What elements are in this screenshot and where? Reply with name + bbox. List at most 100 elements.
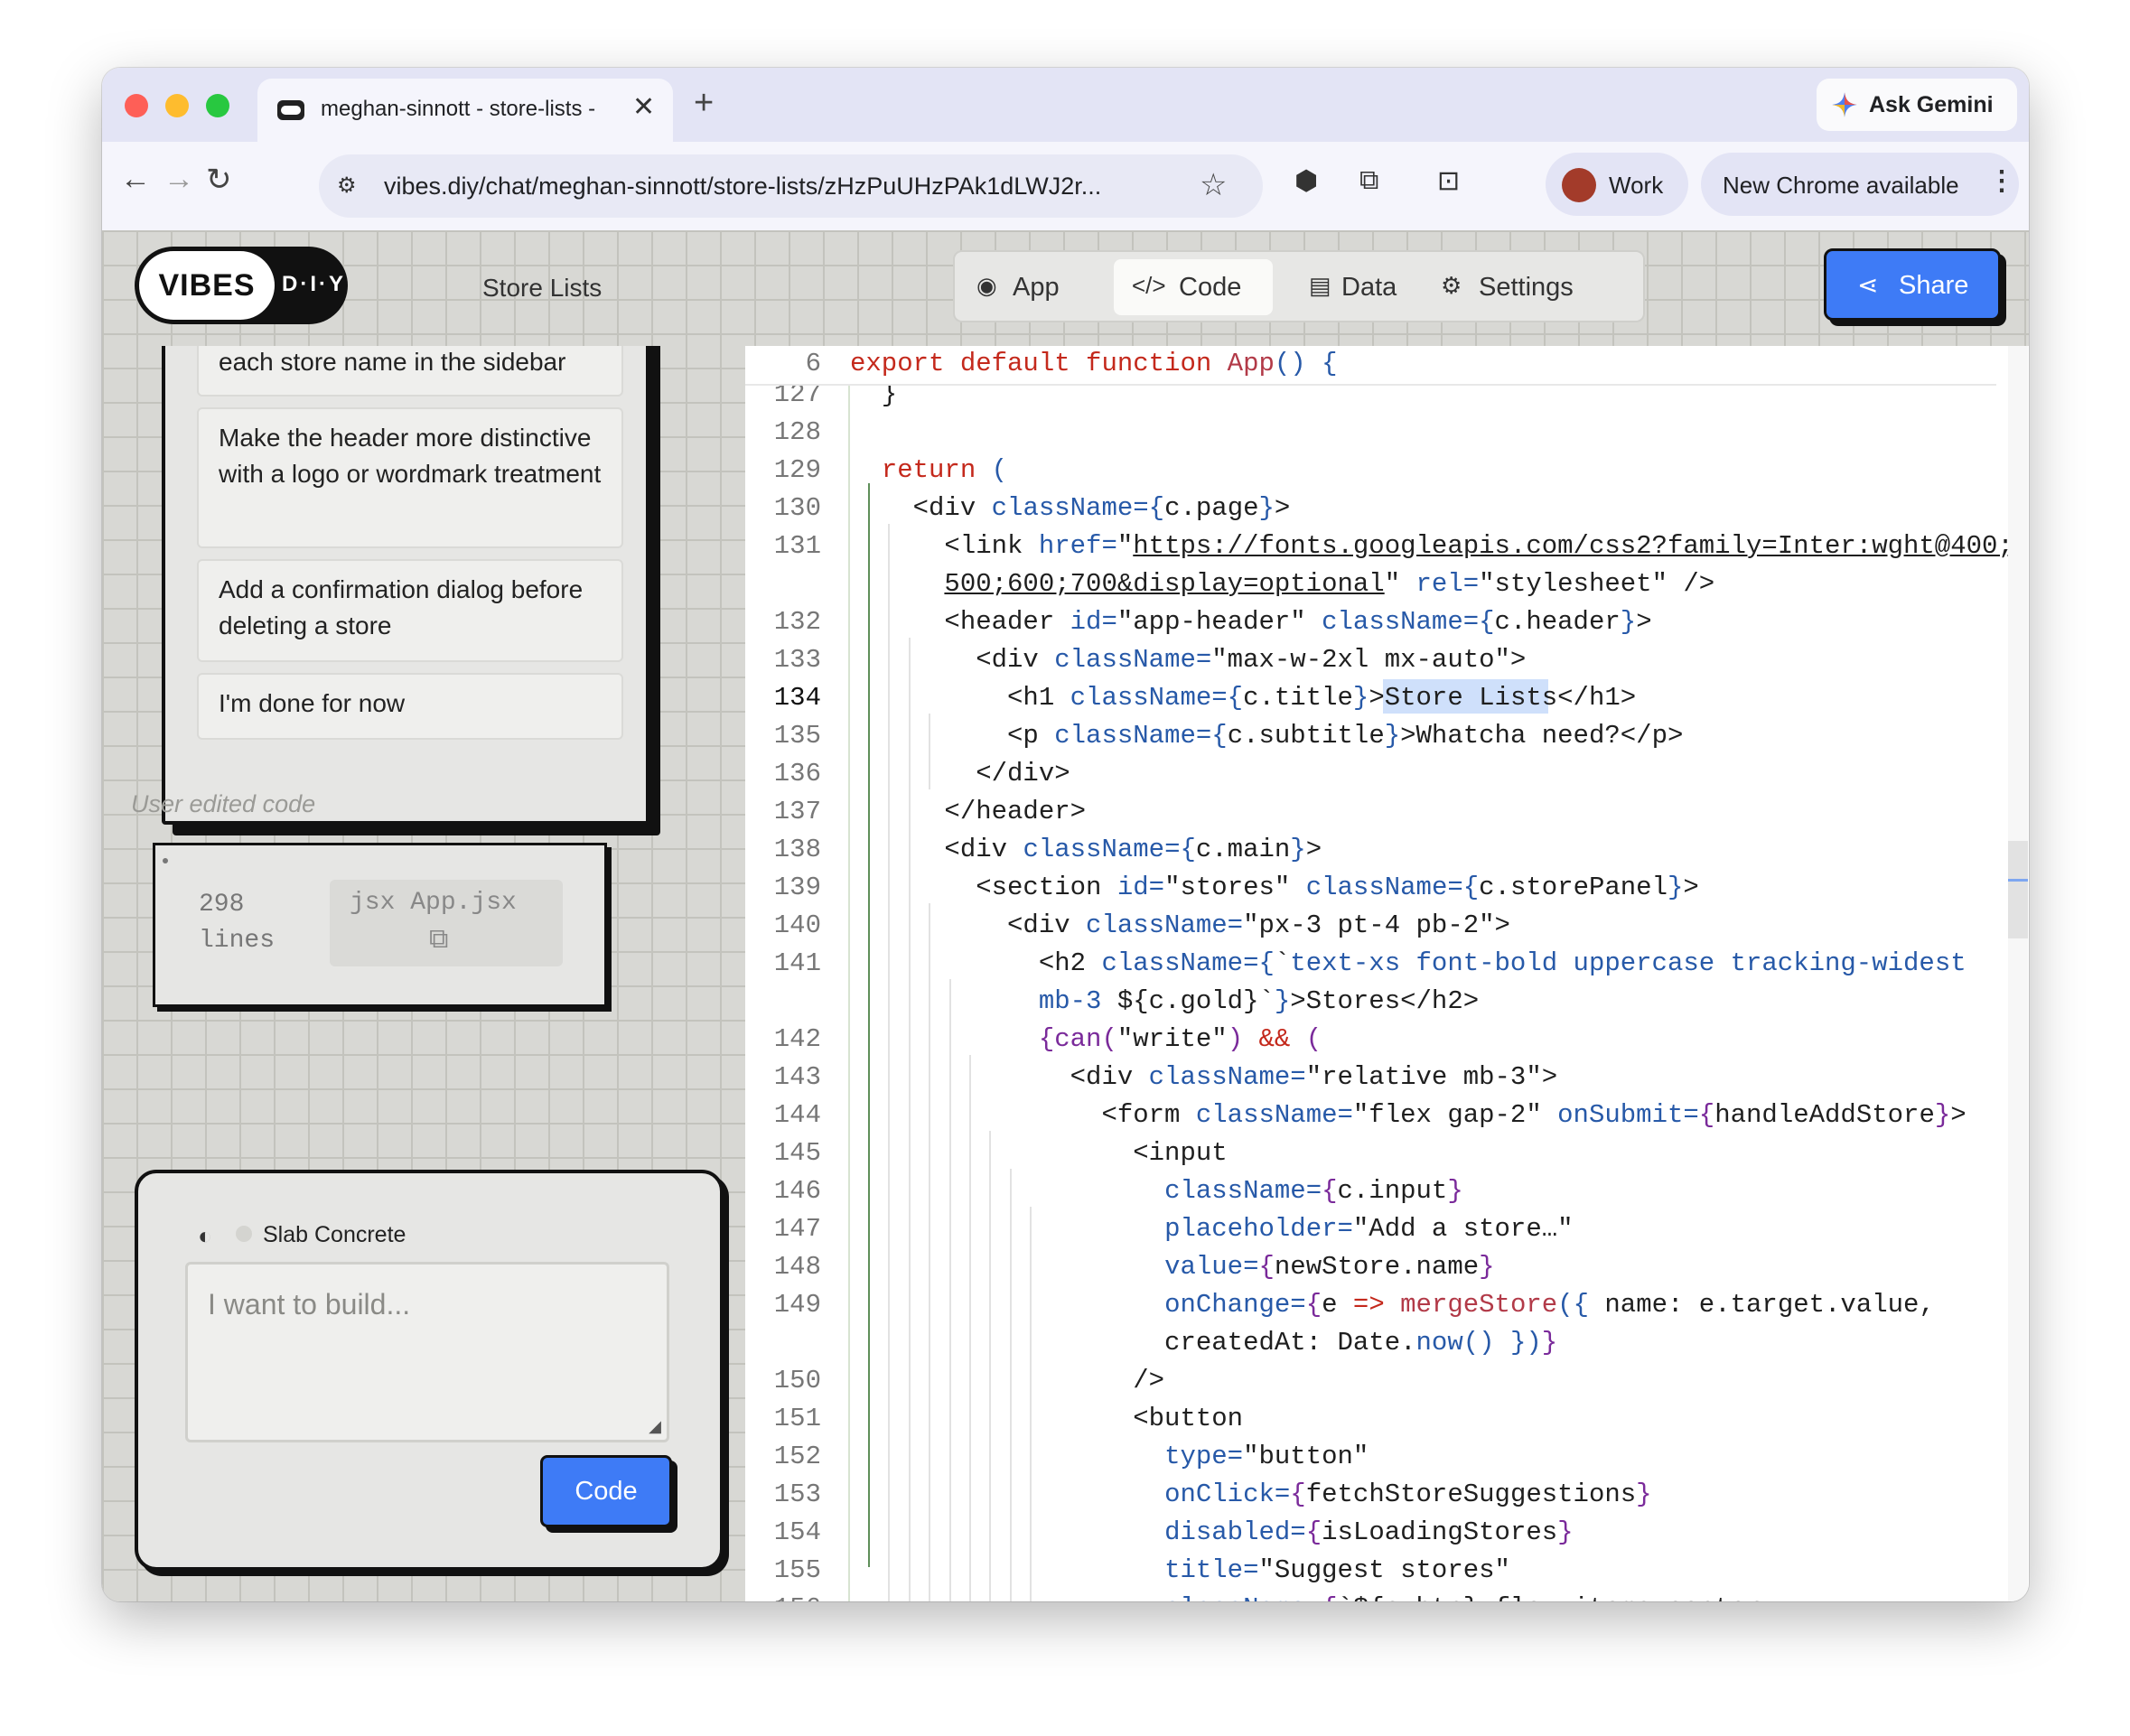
url-text[interactable]: vibes.diy/chat/meghan-sinnott/store-list… [384,173,1179,201]
code-line: disabled={isLoadingStores} [1164,1517,1574,1547]
minimize-window-button[interactable] [165,94,189,117]
scrollbar-thumb[interactable] [2008,841,2028,938]
prompt-input[interactable]: I want to build... ◢ [185,1262,669,1442]
code-line: <section id="stores" className={c.storeP… [850,872,1699,902]
code-submit-button[interactable]: Code [540,1455,672,1527]
logo-diy: D·I·Y [282,272,346,296]
line-number: 148 [773,1251,821,1282]
browser-window: meghan-sinnott - store-lists - ✕ + Ask G… [102,68,2029,1601]
sticky-line-number: 6 [805,349,821,378]
gear-icon: ⚙ [1441,272,1462,299]
line-number: 147 [773,1213,821,1244]
code-line: <div className={c.main}> [850,834,1322,864]
code-line: onChange={e => mergeStore({ name: e.targ… [1164,1289,1935,1320]
code-line-wrap: createdAt: Date.now() })} [850,1327,1558,1358]
tab-code[interactable]: </> Code [1114,259,1273,315]
gemini-sparkle-icon [1832,92,1857,117]
site-settings-icon[interactable]: ⚙ [337,173,357,199]
scrollbar-cursor-marker [2008,879,2028,882]
user-edited-note: User edited code [131,790,316,817]
tab-data[interactable]: ▤ Data [1289,259,1406,315]
share-button[interactable]: ⋖ Share [1824,248,2001,321]
suggestion-item[interactable]: Make the header more distinctive with a … [197,407,623,548]
tab-app[interactable]: ◉ App [962,259,1061,315]
tab-settings-label: Settings [1479,273,1574,302]
reload-icon[interactable]: ↻ [206,162,232,198]
code-line: onClick={fetchStoreSuggestions} [1164,1479,1652,1509]
profile-name: Work [1609,172,1664,199]
database-icon: ▤ [1309,272,1331,299]
tab-strip: meghan-sinnott - store-lists - ✕ + Ask G… [102,68,2029,142]
suggestion-item[interactable]: Add item count badges next to each store… [197,346,623,397]
code-line-wrap: mb-3 ${c.gold}`}>Stores</h2> [1038,985,1480,1016]
close-tab-icon[interactable]: ✕ [632,91,655,123]
code-icon: </> [1132,272,1166,299]
line-number: 131 [773,530,821,561]
code-line: <button [850,1403,1244,1433]
suggestion-item[interactable]: I'm done for now [197,673,623,740]
code-line: return ( [881,454,1008,485]
resize-grip-icon[interactable]: ◢ [649,1417,661,1436]
line-number: 140 [773,910,821,940]
suggestion-item[interactable]: Add a confirmation dialog before deletin… [197,559,623,662]
line-number: 138 [773,834,821,864]
line-number: 130 [773,492,821,523]
sticky-line-text: export default function App() { [850,349,1338,378]
line-number: 136 [773,758,821,789]
tab-data-label: Data [1341,273,1397,302]
tab-app-label: App [1013,273,1060,302]
tab-search-icon[interactable]: ⊡ [1437,165,1460,197]
code-summary-card[interactable]: 298 lines jsx App.jsx ⧉ [153,843,607,1007]
code-line: value={newStore.name} [1164,1251,1495,1282]
new-tab-button[interactable]: + [694,84,714,123]
eye-icon: ◉ [976,272,997,299]
code-line: <input [850,1137,1228,1168]
prompt-placeholder: I want to build... [208,1288,411,1321]
vibes-logo[interactable]: VIBES D·I·Y [135,247,348,324]
chrome-update-button[interactable]: New Chrome available ⋮ [1701,153,2019,216]
line-number: 152 [773,1441,821,1471]
code-line: type="button" [1164,1441,1369,1471]
more-menu-icon[interactable]: ⋮ [1988,165,2015,197]
copy-icon[interactable]: ⧉ [429,925,448,957]
file-chip[interactable]: jsx App.jsx ⧉ [330,880,563,966]
vertical-scrollbar[interactable] [2008,346,2028,1601]
line-number: 143 [773,1061,821,1092]
theme-swatch [236,1226,252,1242]
code-line: className={c.input} [1164,1175,1463,1206]
status-dot-icon [163,858,168,863]
line-number: 156 [745,1593,821,1602]
close-window-button[interactable] [125,94,148,117]
line-count: 298 lines [199,891,276,955]
profile-button[interactable]: Work [1546,153,1688,216]
extensions-puzzle-icon[interactable]: ⧉ [1359,165,1378,196]
forward-arrow-icon[interactable]: → [163,162,194,197]
share-icon: ⋖ [1857,271,1879,299]
code-line: <form className="flex gap-2" onSubmit={h… [850,1099,1967,1130]
code-line: <h2 className={`text-xs font-bold upperc… [850,947,1967,978]
sticky-scroll-header[interactable]: 6 export default function App() { [745,346,1996,386]
site-favicon-icon [277,100,304,120]
code-line: <header id="app-header" className={c.hea… [850,606,1652,637]
line-number: 145 [773,1137,821,1168]
back-arrow-icon[interactable]: ← [120,162,151,197]
tab-settings[interactable]: ⚙ Settings [1419,259,1632,315]
line-number: 155 [773,1554,821,1585]
suggestions-card: Add item count badges next to each store… [162,346,649,825]
line-number: 153 [773,1479,821,1509]
code-editor[interactable]: 6 export default function App() { 127 } … [745,346,2029,1601]
theme-name[interactable]: Slab Concrete [263,1222,406,1248]
browser-tab[interactable]: meghan-sinnott - store-lists - ✕ [257,79,673,142]
file-name: jsx App.jsx [350,889,517,917]
tab-title: meghan-sinnott - store-lists - [321,97,596,121]
zoom-window-button[interactable] [206,94,229,117]
ask-gemini-button[interactable]: Ask Gemini [1817,79,2017,131]
code-line: title="Suggest stores" [1164,1554,1510,1585]
line-number: 142 [773,1023,821,1054]
extension-shield-icon[interactable]: ⬢ [1294,165,1318,197]
address-bar[interactable]: ⚙ vibes.diy/chat/meghan-sinnott/store-li… [319,154,1263,218]
line-number: 139 [773,872,821,902]
bookmark-star-icon[interactable]: ☆ [1200,167,1227,203]
line-number: 137 [773,796,821,826]
palette-icon[interactable]: ◐ [198,1222,212,1250]
